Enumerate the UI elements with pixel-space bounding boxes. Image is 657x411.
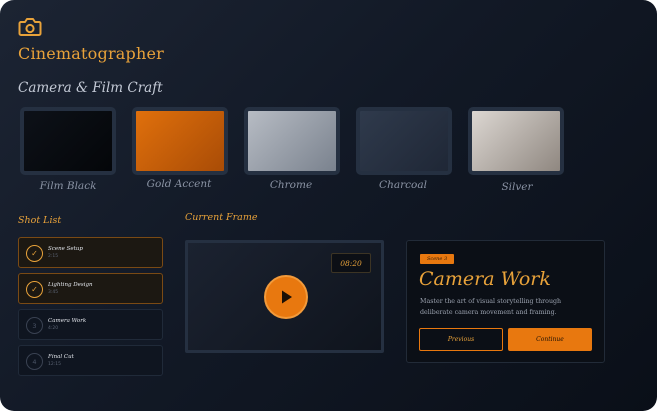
current-frame-title: Current Frame	[185, 212, 258, 223]
check-icon: ✓	[26, 245, 43, 262]
shot-item-lighting-design[interactable]: ✓ Lighting Design 3:45	[18, 273, 163, 304]
swatch-label: Gold Accent	[146, 178, 212, 190]
step-number: 3	[26, 317, 43, 334]
swatch-gold-accent[interactable]	[132, 107, 228, 175]
swatch-label: Silver	[501, 181, 533, 193]
shot-item-camera-work[interactable]: 3 Camera Work 4:20	[18, 309, 163, 340]
shot-duration: 3:45	[48, 290, 59, 295]
camera-icon	[18, 16, 42, 38]
shot-name: Scene Setup	[48, 246, 83, 252]
swatch-chrome[interactable]	[244, 107, 340, 175]
shot-item-scene-setup[interactable]: ✓ Scene Setup 2:15	[18, 237, 163, 268]
scene-description: Master the art of visual storytelling th…	[420, 298, 562, 316]
check-icon: ✓	[26, 281, 43, 298]
swatch-film-black[interactable]	[20, 107, 116, 175]
swatch-charcoal[interactable]	[356, 107, 452, 175]
video-player[interactable]: 08:20	[185, 240, 384, 353]
app-title: Cinematographer	[18, 44, 164, 63]
previous-button[interactable]: Previous	[419, 328, 503, 351]
shot-name: Lighting Design	[48, 282, 93, 288]
swatch-label: Film Black	[39, 180, 97, 192]
play-icon	[282, 290, 292, 304]
shot-name: Camera Work	[48, 318, 87, 324]
continue-button[interactable]: Continue	[508, 328, 592, 351]
swatch-silver[interactable]	[468, 107, 564, 175]
shot-name: Final Cut	[48, 354, 74, 360]
scene-badge: Scene 3	[420, 254, 455, 264]
swatch-label: Charcoal	[379, 179, 427, 191]
section-title: Camera & Film Craft	[18, 80, 163, 96]
timecode: 08:20	[331, 253, 371, 273]
shot-duration: 2:15	[48, 254, 59, 259]
scene-card: Scene 3 Camera Work Master the art of vi…	[406, 240, 605, 363]
scene-title: Camera Work	[419, 268, 551, 290]
swatch-label: Chrome	[269, 179, 313, 191]
play-button[interactable]	[264, 275, 308, 319]
app-window: Cinematographer Camera & Film Craft Film…	[0, 0, 657, 411]
shot-list-title: Shot List	[18, 215, 62, 226]
shot-item-final-cut[interactable]: 4 Final Cut 12:15	[18, 345, 163, 376]
shot-duration: 12:15	[48, 362, 61, 367]
step-number: 4	[26, 353, 43, 370]
shot-duration: 4:20	[48, 326, 59, 331]
